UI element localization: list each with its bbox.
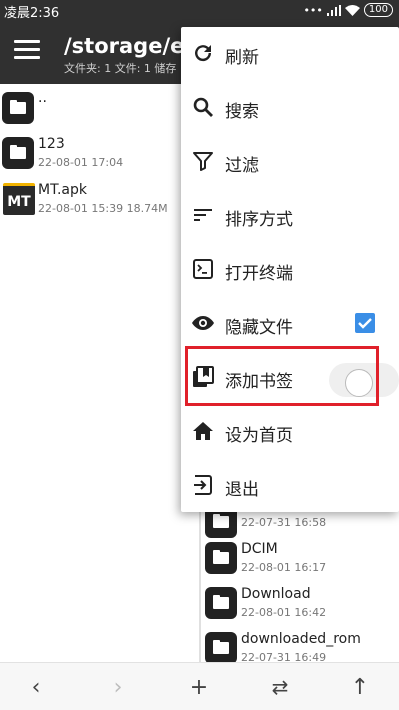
hamburger-menu-icon[interactable] [14, 40, 40, 62]
file-name: downloaded_rom [241, 631, 361, 647]
menu-item-refresh[interactable]: 刷新 [181, 27, 399, 81]
menu-item-label: 设为首页 [225, 426, 293, 446]
folder-summary: 文件夹: 1 文件: 1 储存 [64, 62, 177, 75]
file-meta: 22-08-01 17:04 [38, 156, 124, 169]
menu-item-label: 刷新 [225, 48, 259, 68]
folder-icon [205, 542, 237, 574]
add-icon[interactable]: + [184, 675, 214, 700]
status-time: 凌晨2:36 [4, 6, 60, 21]
folder-icon [205, 632, 237, 664]
home-icon [193, 422, 213, 440]
back-icon[interactable]: ‹ [21, 675, 51, 700]
file-name: Download [241, 586, 311, 602]
search-icon [193, 97, 213, 117]
eye-icon [192, 316, 214, 330]
highlight-box [185, 346, 379, 406]
menu-item-label: 退出 [225, 480, 259, 500]
menu-item-set-home[interactable]: 设为首页 [181, 405, 399, 459]
up-icon[interactable]: ↑ [345, 675, 375, 700]
file-meta: 22-08-01 15:39 18.74M [38, 202, 168, 215]
menu-item-label: 打开终端 [225, 264, 293, 284]
filter-icon [193, 152, 213, 171]
status-icons: ••• 100 [303, 3, 393, 17]
wifi-icon [344, 4, 360, 16]
file-name: DCIM [241, 541, 278, 557]
file-name: MT.apk [38, 182, 87, 198]
checkmark-icon [358, 318, 372, 329]
menu-item-hidden-files[interactable]: 隐藏文件 [181, 297, 399, 351]
exit-icon [194, 475, 212, 495]
left-file-pane: .. 123 22-08-01 17:04 MT MT.apk 22-08-01… [0, 84, 199, 662]
swap-icon[interactable]: ⇄ [265, 675, 295, 699]
menu-item-exit[interactable]: 退出 [181, 459, 399, 513]
menu-item-label: 过滤 [225, 156, 259, 176]
folder-icon [2, 137, 34, 169]
menu-item-label: 搜索 [225, 102, 259, 122]
menu-item-label: 排序方式 [225, 210, 293, 230]
menu-item-sort[interactable]: 排序方式 [181, 189, 399, 243]
signal-icon [326, 4, 341, 16]
folder-icon [2, 92, 34, 124]
terminal-icon [193, 259, 213, 279]
apk-icon: MT [3, 183, 35, 215]
file-meta: 22-08-01 16:17 [241, 561, 327, 574]
list-item-parent[interactable]: .. [0, 86, 199, 132]
overflow-menu: 刷新 搜索 过滤 排序方式 打开终端 隐藏文件 添加书签 设为首页 退出 [181, 27, 399, 512]
refresh-icon [195, 45, 212, 62]
more-dots-icon: ••• [303, 3, 323, 17]
battery-level: 100 [363, 3, 393, 17]
list-item[interactable]: MT MT.apk 22-08-01 15:39 18.74M [0, 180, 199, 226]
file-name: 123 [38, 136, 65, 152]
hidden-files-checkbox[interactable] [355, 313, 375, 333]
status-bar: 凌晨2:36 ••• 100 [0, 0, 399, 21]
menu-item-filter[interactable]: 过滤 [181, 135, 399, 189]
bottom-toolbar: ‹ › + ⇄ ↑ [0, 662, 399, 710]
file-meta: 22-08-01 16:42 [241, 606, 327, 619]
sort-icon [194, 209, 212, 221]
list-item[interactable]: 123 22-08-01 17:04 [0, 134, 199, 180]
folder-icon [205, 587, 237, 619]
list-item[interactable]: Download 22-08-01 16:42 [201, 583, 399, 629]
forward-icon[interactable]: › [103, 675, 133, 700]
file-name: .. [38, 90, 47, 106]
menu-item-label: 隐藏文件 [225, 318, 293, 338]
list-item[interactable]: DCIM 22-08-01 16:17 [201, 538, 399, 584]
menu-item-search[interactable]: 搜索 [181, 81, 399, 135]
menu-item-terminal[interactable]: 打开终端 [181, 243, 399, 297]
file-meta: 22-07-31 16:58 [241, 516, 327, 529]
